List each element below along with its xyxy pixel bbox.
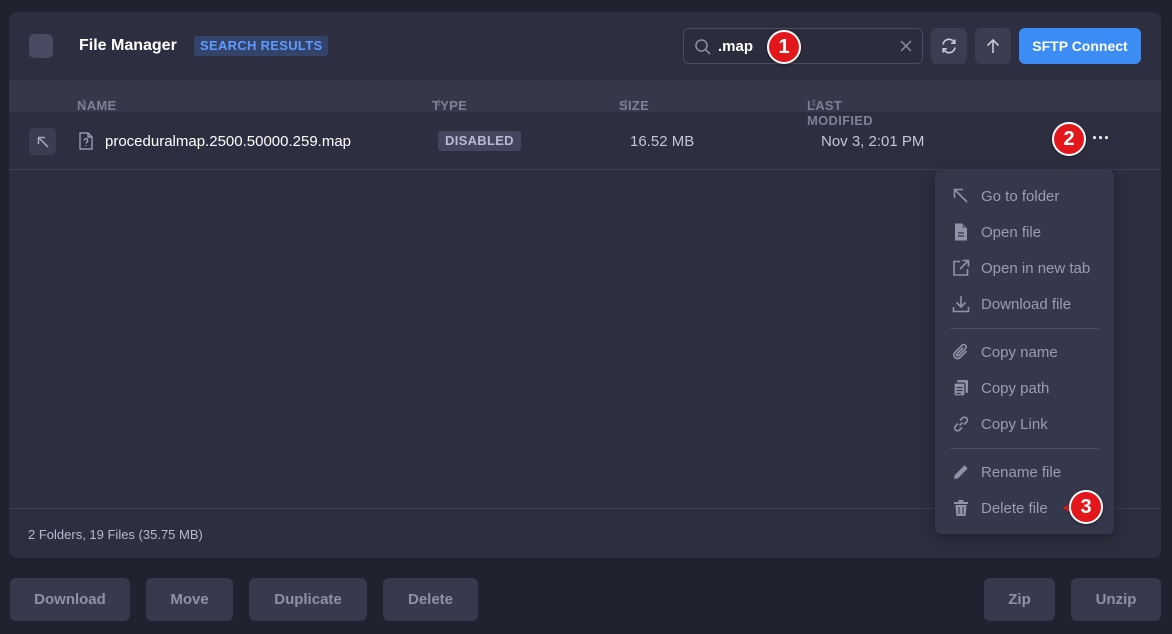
file-modified: Nov 3, 2:01 PM xyxy=(821,133,925,150)
arrow-up-icon xyxy=(986,38,1000,53)
close-icon[interactable] xyxy=(898,38,914,54)
refresh-icon xyxy=(942,38,956,54)
select-all-checkbox[interactable] xyxy=(29,34,53,58)
refresh-button[interactable] xyxy=(931,28,967,64)
context-menu: Go to folder Open file Open in new tab D… xyxy=(935,170,1114,534)
sftp-connect-button[interactable]: SFTP Connect xyxy=(1019,28,1141,64)
menu-item-copy-name[interactable]: Copy name xyxy=(935,334,1114,370)
table-header: NAME ⇕ TYPE ⇕ SIZE ⇕ LAST MODIFIED ⇕ xyxy=(9,80,1161,128)
menu-item-open-file[interactable]: Open file xyxy=(935,214,1114,250)
download-button[interactable]: Download xyxy=(10,578,130,621)
unzip-button[interactable]: Unzip xyxy=(1071,578,1161,621)
menu-item-label: Delete file xyxy=(981,500,1048,517)
search-icon xyxy=(695,39,711,55)
menu-item-label: Open file xyxy=(981,224,1042,241)
menu-item-open-new-tab[interactable]: Open in new tab xyxy=(935,250,1114,286)
menu-item-label: Copy name xyxy=(981,344,1058,361)
sort-icon: ⇕ xyxy=(622,98,630,108)
annotation-marker-2: 2 xyxy=(1052,122,1086,156)
delete-button[interactable]: Delete xyxy=(383,578,478,621)
header: File Manager SEARCH RESULTS SFTP Connect xyxy=(9,12,1161,80)
zip-button[interactable]: Zip xyxy=(984,578,1055,621)
paperclip-icon xyxy=(953,343,968,360)
annotation-marker-1: 1 xyxy=(767,30,801,64)
menu-item-label: Copy path xyxy=(981,380,1050,397)
search-results-badge: SEARCH RESULTS xyxy=(194,36,329,56)
arrow-up-left-icon xyxy=(37,136,48,147)
more-actions-button[interactable]: ··· xyxy=(1089,126,1113,154)
move-button[interactable]: Move xyxy=(146,578,233,621)
file-name[interactable]: proceduralmap.2500.50000.259.map xyxy=(105,133,351,150)
file-unknown-icon xyxy=(79,132,93,150)
sort-icon: ⇕ xyxy=(435,98,443,108)
search-box[interactable] xyxy=(683,28,923,64)
file-type-badge: DISABLED xyxy=(438,131,521,151)
file-size: 16.52 MB xyxy=(630,133,695,150)
sort-icon: ⇕ xyxy=(80,98,88,108)
page-title: File Manager xyxy=(79,37,177,54)
table-row[interactable]: proceduralmap.2500.50000.259.map DISABLE… xyxy=(9,112,1161,170)
arrow-up-left-icon xyxy=(953,188,968,203)
pencil-icon xyxy=(954,465,968,479)
menu-item-download-file[interactable]: Download file xyxy=(935,286,1114,322)
menu-item-rename-file[interactable]: Rename file xyxy=(935,454,1114,490)
duplicate-button[interactable]: Duplicate xyxy=(249,578,367,621)
download-icon xyxy=(952,296,970,313)
trash-icon xyxy=(954,500,968,516)
menu-item-label: Rename file xyxy=(981,464,1062,481)
link-icon xyxy=(953,416,969,432)
clipboard-icon xyxy=(953,380,968,397)
file-icon xyxy=(955,223,967,241)
menu-divider xyxy=(950,448,1099,449)
menu-divider xyxy=(950,328,1099,329)
menu-item-label: Go to folder xyxy=(981,188,1060,205)
menu-item-label: Download file xyxy=(981,296,1072,313)
menu-item-copy-path[interactable]: Copy path xyxy=(935,370,1114,406)
menu-item-label: Copy Link xyxy=(981,416,1048,433)
external-link-icon xyxy=(953,259,970,276)
menu-item-go-to-folder[interactable]: Go to folder xyxy=(935,178,1114,214)
parent-folder-button[interactable] xyxy=(975,28,1011,64)
annotation-marker-3: 3 xyxy=(1069,490,1103,524)
sort-icon: ⇕ xyxy=(810,98,818,108)
menu-item-label: Open in new tab xyxy=(981,260,1091,277)
go-to-folder-button[interactable] xyxy=(29,128,56,155)
menu-item-copy-link[interactable]: Copy Link xyxy=(935,406,1114,442)
